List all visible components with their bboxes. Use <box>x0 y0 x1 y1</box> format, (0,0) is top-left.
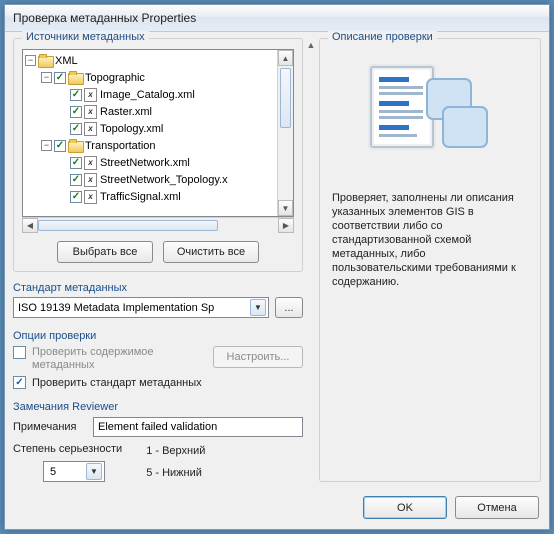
checkbox[interactable] <box>70 174 82 186</box>
combo-value: ISO 19139 Metadata Implementation Sp <box>18 302 250 314</box>
check-standard-checkbox[interactable] <box>13 376 26 389</box>
tree-root[interactable]: − XML <box>25 52 275 69</box>
xml-icon: x <box>84 190 97 204</box>
select-all-button[interactable]: Выбрать все <box>57 241 153 263</box>
tree-label: StreetNetwork.xml <box>100 157 190 169</box>
reviewer-title: Замечания Reviewer <box>13 401 303 413</box>
folder-icon <box>38 55 52 67</box>
check-content-checkbox[interactable] <box>13 346 26 359</box>
checkbox[interactable] <box>70 106 82 118</box>
options-section: Опции проверки Проверить содержимое мета… <box>13 326 303 393</box>
dialog-window: Проверка метаданных Properties Источники… <box>4 4 550 530</box>
ok-button[interactable]: OK <box>363 496 447 519</box>
tree-label: Raster.xml <box>100 106 152 118</box>
content-area: Источники метаданных − XML − <box>5 32 549 490</box>
folder-icon <box>68 140 82 152</box>
chevron-down-icon[interactable]: ▼ <box>86 463 102 480</box>
scroll-thumb[interactable] <box>38 220 218 231</box>
tree-item[interactable]: x StreetNetwork.xml <box>25 154 275 171</box>
tree-label: Topographic <box>85 72 145 84</box>
checkbox[interactable] <box>70 157 82 169</box>
description-text: Проверяет, заполнены ли описания указанн… <box>328 191 532 289</box>
folder-icon <box>68 72 82 84</box>
vertical-scrollbar[interactable]: ▲ ▼ <box>277 50 293 216</box>
clear-all-button[interactable]: Очистить все <box>163 241 259 263</box>
tree-label: Topology.xml <box>100 123 163 135</box>
browse-button[interactable]: ... <box>275 297 303 318</box>
splitter[interactable]: ▲ <box>307 38 315 482</box>
tree-label: StreetNetwork_Topology.x <box>100 174 228 186</box>
window-title: Проверка метаданных Properties <box>13 11 196 25</box>
scroll-up-icon[interactable]: ▲ <box>278 50 293 66</box>
description-illustration <box>328 51 532 181</box>
check-content-label: Проверить содержимое метаданных <box>32 346 162 372</box>
expand-icon[interactable]: − <box>25 55 36 66</box>
tree-label: Image_Catalog.xml <box>100 89 195 101</box>
checkbox[interactable] <box>70 191 82 203</box>
scroll-left-icon[interactable]: ◀ <box>22 218 38 233</box>
check-standard-label: Проверить стандарт метаданных <box>32 377 202 389</box>
xml-icon: x <box>84 173 97 187</box>
legend-bottom: 5 - Нижний <box>146 465 205 481</box>
tree-group[interactable]: − Topographic <box>25 69 275 86</box>
titlebar[interactable]: Проверка метаданных Properties <box>5 5 549 32</box>
standard-combo[interactable]: ISO 19139 Metadata Implementation Sp ▼ <box>13 297 269 318</box>
tree-label: TrafficSignal.xml <box>100 191 181 203</box>
options-title: Опции проверки <box>13 330 303 342</box>
standard-title: Стандарт метаданных <box>13 282 303 294</box>
checkbox[interactable] <box>70 89 82 101</box>
tree-group[interactable]: − Transportation <box>25 137 275 154</box>
tree-item[interactable]: x Image_Catalog.xml <box>25 86 275 103</box>
right-column: Описание проверки <box>319 38 541 482</box>
xml-icon: x <box>84 122 97 136</box>
left-column: Источники метаданных − XML − <box>13 38 303 482</box>
severity-label: Степень серьезности <box>13 443 122 455</box>
description-title: Описание проверки <box>328 31 437 43</box>
scroll-right-icon[interactable]: ▶ <box>278 218 294 233</box>
collapse-arrow-icon[interactable]: ▲ <box>307 40 316 50</box>
checkbox[interactable] <box>70 123 82 135</box>
legend-top: 1 - Верхний <box>146 443 205 459</box>
horizontal-scrollbar[interactable]: ◀ ▶ <box>22 217 294 233</box>
xml-icon: x <box>84 105 97 119</box>
xml-icon: x <box>84 88 97 102</box>
notes-label: Примечания <box>13 421 85 433</box>
notes-input[interactable]: Element failed validation <box>93 417 303 437</box>
footer-buttons: OK Отмена <box>5 490 549 529</box>
configure-button: Настроить... <box>213 346 303 368</box>
description-group: Описание проверки <box>319 38 541 482</box>
tree-item[interactable]: x Raster.xml <box>25 103 275 120</box>
tree-view[interactable]: − XML − Topographic <box>23 50 277 216</box>
expand-icon[interactable]: − <box>41 72 52 83</box>
cancel-button[interactable]: Отмена <box>455 496 539 519</box>
tree-label: Transportation <box>85 140 156 152</box>
expand-icon[interactable]: − <box>41 140 52 151</box>
chevron-down-icon[interactable]: ▼ <box>250 299 266 316</box>
sources-group: Источники метаданных − XML − <box>13 38 303 272</box>
checkbox[interactable] <box>54 140 66 152</box>
checkbox[interactable] <box>54 72 66 84</box>
severity-value: 5 <box>50 466 86 478</box>
scroll-down-icon[interactable]: ▼ <box>278 200 293 216</box>
severity-combo[interactable]: 5 ▼ <box>43 461 105 482</box>
scroll-thumb[interactable] <box>280 68 291 128</box>
metadata-check-icon <box>365 61 495 171</box>
tree-label: XML <box>55 55 78 67</box>
xml-icon: x <box>84 156 97 170</box>
tree-item[interactable]: x StreetNetwork_Topology.x <box>25 171 275 188</box>
reviewer-section: Замечания Reviewer Примечания Element fa… <box>13 397 303 482</box>
tree-item[interactable]: x Topology.xml <box>25 120 275 137</box>
tree-container: − XML − Topographic <box>22 49 294 217</box>
sources-title: Источники метаданных <box>22 31 149 43</box>
severity-legend: 1 - Верхний 5 - Нижний <box>146 443 205 481</box>
standard-section: Стандарт метаданных ISO 19139 Metadata I… <box>13 278 303 318</box>
tree-item[interactable]: x TrafficSignal.xml <box>25 188 275 205</box>
